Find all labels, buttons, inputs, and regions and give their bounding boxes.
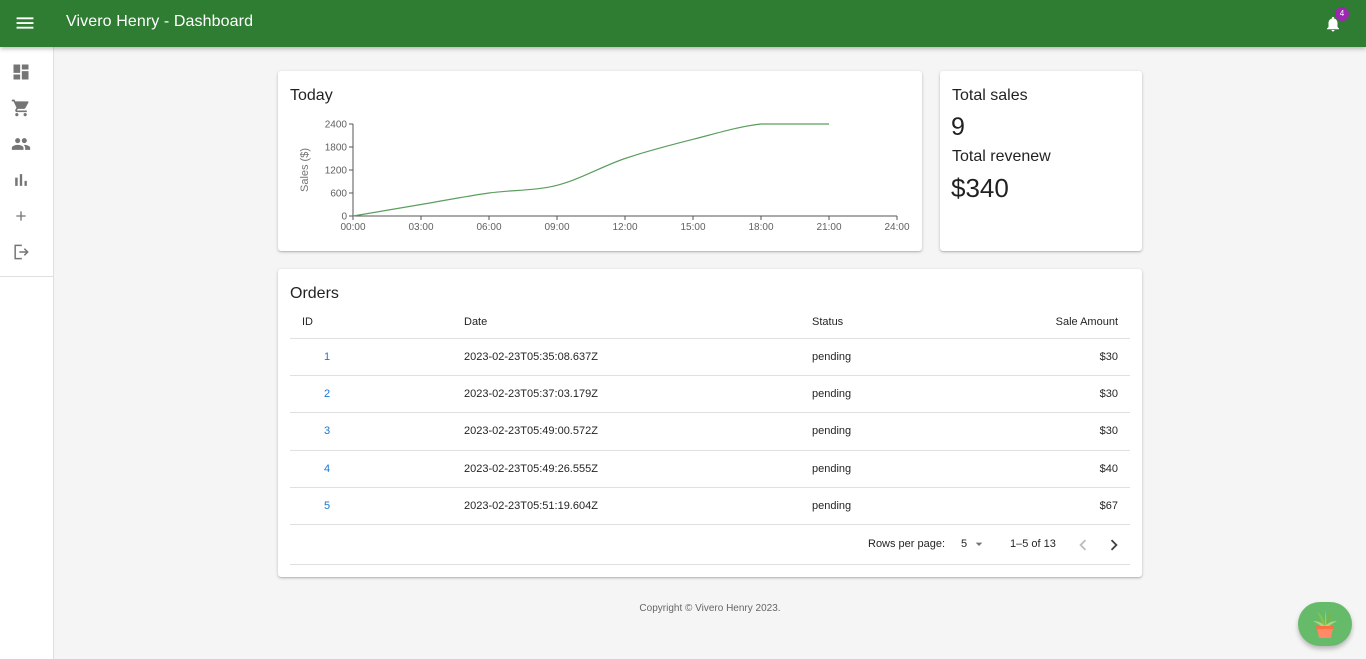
order-status: pending <box>800 450 1000 489</box>
table-row: 5 2023-02-23T05:51:19.604Z pending $67 <box>290 487 1130 526</box>
order-id-link[interactable]: 3 <box>324 425 330 437</box>
y-tick-label: 1800 <box>325 143 348 154</box>
app-bar: Vivero Henry - Dashboard 4 <box>0 0 1366 47</box>
sidebar <box>0 47 54 659</box>
order-id-link[interactable]: 2 <box>324 388 330 400</box>
totals-card: Total sales 9 Total revenew $340 <box>940 71 1142 251</box>
sidebar-item-add[interactable] <box>0 199 53 235</box>
dashboard-icon <box>13 64 29 80</box>
people-icon <box>11 138 31 150</box>
order-date: 2023-02-23T05:37:03.179Z <box>452 375 800 414</box>
column-header-status: Status <box>800 307 1000 339</box>
order-status: pending <box>800 375 1000 414</box>
column-header-date: Date <box>452 307 800 339</box>
y-tick-label: 1200 <box>325 166 348 177</box>
next-page-icon[interactable] <box>1103 534 1125 556</box>
y-tick-label: 0 <box>341 212 347 223</box>
app-title: Vivero Henry - Dashboard <box>66 13 254 30</box>
order-amount: $30 <box>1000 375 1130 414</box>
order-date: 2023-02-23T05:51:19.604Z <box>452 487 800 526</box>
rows-per-page-value: 5 <box>961 538 968 550</box>
table-row: 4 2023-02-23T05:49:26.555Z pending $40 <box>290 450 1130 489</box>
x-tick-label: 21:00 <box>816 222 841 233</box>
table-row: 2 2023-02-23T05:37:03.179Z pending $30 <box>290 375 1130 414</box>
rows-per-page-select[interactable]: 5 <box>959 533 987 555</box>
x-tick-label: 00:00 <box>340 222 365 233</box>
column-header-sale-amount: Sale Amount <box>1000 307 1130 339</box>
order-amount: $30 <box>1000 412 1130 451</box>
table-header-row: ID Date Status Sale Amount <box>290 307 1130 339</box>
notification-badge: 4 <box>1335 7 1349 21</box>
x-tick-label: 06:00 <box>476 222 501 233</box>
sidebar-divider <box>0 276 53 277</box>
x-tick-label: 18:00 <box>748 222 773 233</box>
sidebar-item-reports[interactable] <box>0 163 53 199</box>
x-tick-label: 09:00 <box>544 222 569 233</box>
order-date: 2023-02-23T05:35:08.637Z <box>452 338 800 376</box>
column-header-id: ID <box>290 307 452 339</box>
shopping-cart-icon <box>11 99 29 117</box>
order-id-link[interactable]: 4 <box>324 463 330 475</box>
x-tick-label: 15:00 <box>680 222 705 233</box>
rows-per-page-label: Rows per page: <box>868 538 946 550</box>
x-tick-label: 24:00 <box>884 222 909 233</box>
total-sales-label: Total sales <box>952 87 1028 104</box>
table-pagination: Rows per page: 5 1–5 of 13 <box>290 525 1130 565</box>
x-tick-label: 12:00 <box>612 222 637 233</box>
total-revenue-label: Total revenew <box>952 148 1051 165</box>
sidebar-item-customers[interactable] <box>0 127 53 163</box>
order-date: 2023-02-23T05:49:00.572Z <box>452 412 800 451</box>
bar-chart-icon <box>15 174 27 186</box>
plant-fab-button[interactable] <box>1298 602 1352 646</box>
order-status: pending <box>800 412 1000 451</box>
order-date: 2023-02-23T05:49:26.555Z <box>452 450 800 489</box>
x-tick-label: 03:00 <box>408 222 433 233</box>
order-status: pending <box>800 338 1000 376</box>
table-row: 1 2023-02-23T05:35:08.637Z pending $30 <box>290 338 1130 376</box>
orders-title: Orders <box>290 285 339 302</box>
menu-icon[interactable] <box>10 8 40 38</box>
previous-page-icon[interactable] <box>1072 534 1094 556</box>
logout-icon <box>14 244 29 260</box>
sales-series-line <box>352 123 829 217</box>
caret-down-icon <box>975 542 983 546</box>
add-icon <box>16 211 26 221</box>
y-tick-label: 2400 <box>325 120 348 131</box>
total-revenue-value: $340 <box>951 173 1009 203</box>
order-amount: $40 <box>1000 450 1130 489</box>
table-row: 3 2023-02-23T05:49:00.572Z pending $30 <box>290 412 1130 451</box>
order-status: pending <box>800 487 1000 526</box>
orders-card: Orders ID Date Status Sale Amount 1 2023… <box>278 269 1142 577</box>
total-sales-value: 9 <box>951 113 965 141</box>
sidebar-item-logout[interactable] <box>0 235 53 271</box>
y-axis-label: Sales ($) <box>299 148 311 192</box>
order-id-link[interactable]: 5 <box>324 500 330 512</box>
y-tick-label: 600 <box>330 189 347 200</box>
plant-icon <box>1313 610 1337 638</box>
orders-table: ID Date Status Sale Amount 1 2023-02-23T… <box>290 307 1130 526</box>
footer-copyright: Copyright © Vivero Henry 2023. <box>639 603 781 614</box>
pagination-range: 1–5 of 13 <box>1010 538 1056 550</box>
sales-line-chart: 0 600 1200 1800 2400 00:00 03:00 06:00 09:00 12:0… <box>299 120 910 234</box>
order-amount: $67 <box>1000 487 1130 526</box>
order-amount: $30 <box>1000 338 1130 376</box>
order-id-link[interactable]: 1 <box>324 351 330 363</box>
sidebar-item-orders[interactable] <box>0 91 53 127</box>
today-chart-card: Today 0 600 1200 1800 2400 00:00 03:00 06:00 09:… <box>278 71 922 251</box>
sidebar-item-dashboard[interactable] <box>0 55 53 91</box>
